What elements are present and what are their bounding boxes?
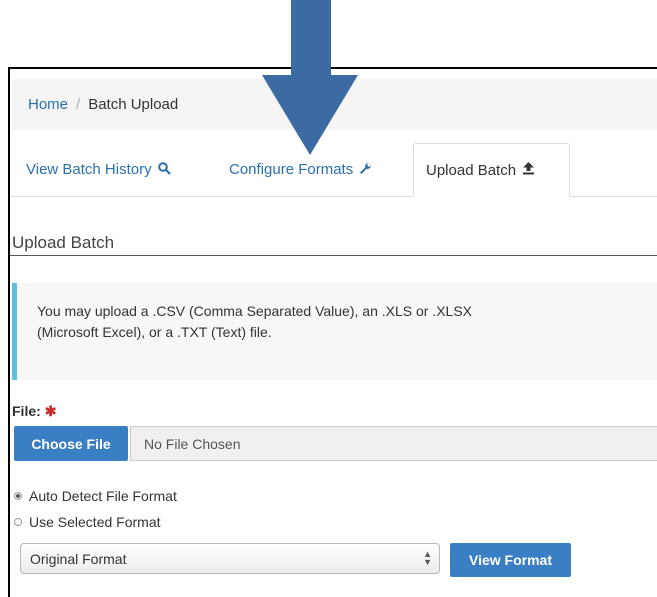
tab-view-batch-history[interactable]: View Batch History [14,143,183,196]
callout-arrow-icon [262,0,358,155]
tab-label: Upload Batch [426,161,517,179]
tab-label: View Batch History [26,161,152,178]
info-text-line: You may upload a .CSV (Comma Separated V… [37,303,473,319]
view-format-button[interactable]: View Format [450,543,571,577]
selected-file-name: No File Chosen [130,426,657,461]
breadcrumb-current: Batch Upload [88,96,179,113]
radio-use-selected-format[interactable]: Use Selected Format [14,514,161,530]
file-field-label: File: ✱ [12,403,57,420]
upload-icon [522,162,535,178]
radio-label: Use Selected Format [29,514,161,530]
radio-button[interactable] [14,518,22,526]
wrench-icon [359,162,372,178]
select-arrows-icon: ▲ ▼ [423,549,432,567]
section-title: Upload Batch [12,233,115,252]
search-icon [157,161,171,178]
file-label-text: File: [12,403,41,419]
tab-label: Configure Formats [229,161,354,178]
breadcrumb-home-link[interactable]: Home [28,96,68,113]
breadcrumb-separator: / [76,96,81,113]
choose-file-button[interactable]: Choose File [14,426,128,461]
radio-label: Auto Detect File Format [29,488,177,504]
info-callout: You may upload a .CSV (Comma Separated V… [12,283,657,380]
section-divider [10,255,657,256]
tab-upload-batch[interactable]: Upload Batch [413,143,570,197]
radio-button-selected[interactable] [14,492,22,500]
info-text-line: (Microsoft Excel), or a .TXT (Text) file… [37,324,272,340]
format-select-value: Original Format [30,550,127,567]
radio-auto-detect-format[interactable]: Auto Detect File Format [14,488,177,504]
required-asterisk-icon: ✱ [44,403,57,419]
format-select[interactable]: Original Format ▲ ▼ [20,543,440,574]
